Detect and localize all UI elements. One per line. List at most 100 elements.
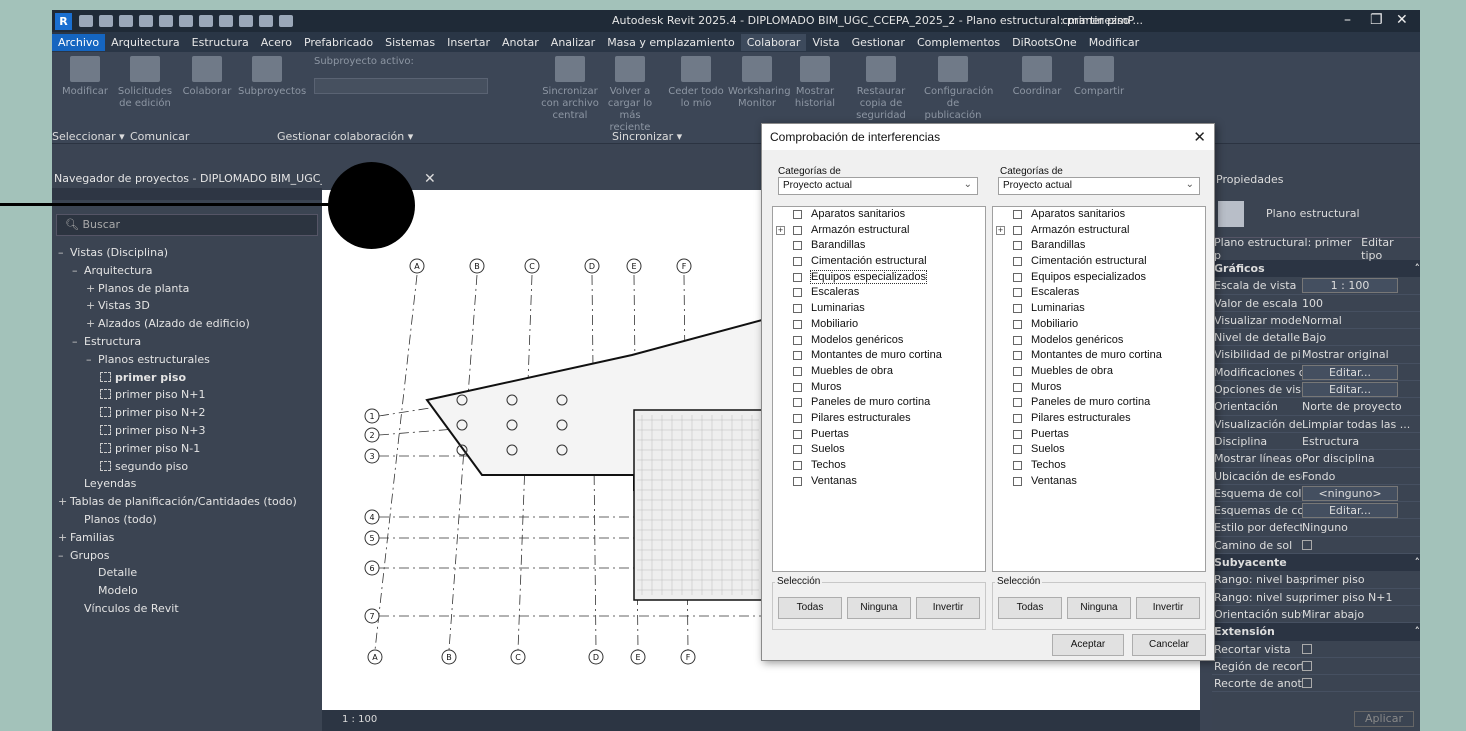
expand-icon[interactable]: + (996, 225, 1005, 235)
menu-tab-6[interactable]: Insertar (441, 34, 496, 51)
property-value[interactable]: <ninguno> (1302, 485, 1420, 501)
category-item[interactable]: Puertas (993, 427, 1205, 443)
collapse-icon[interactable]: ˄ (1415, 554, 1421, 571)
type-selector[interactable]: Plano estructural (1212, 190, 1420, 238)
tree-item[interactable]: – Arquitectura (52, 262, 322, 280)
category-item[interactable]: Mobiliario (773, 317, 985, 333)
tree-item[interactable]: + Familias (52, 529, 322, 547)
tree-item[interactable]: segundo piso (52, 458, 322, 476)
checkbox[interactable] (793, 225, 802, 235)
property-value[interactable]: 100 (1302, 295, 1420, 311)
dialog-close-icon[interactable]: ✕ (1193, 128, 1206, 146)
checkbox[interactable] (1013, 461, 1022, 470)
menu-tab-5[interactable]: Sistemas (379, 34, 441, 51)
property-value-box[interactable]: <ninguno> (1302, 485, 1398, 501)
category-item[interactable]: Techos (773, 458, 985, 474)
checkbox[interactable] (1013, 304, 1022, 314)
ribbon-button-5[interactable]: Volver a cargar lo más reciente (598, 56, 662, 134)
ribbon-button-2[interactable]: Colaborar (178, 56, 236, 98)
left-none-button[interactable]: Ninguna (847, 597, 911, 619)
tree-item[interactable]: + Planos de planta (52, 280, 322, 298)
category-item[interactable]: Muebles de obra (773, 364, 985, 380)
tree-item[interactable]: primer piso N+3 (52, 422, 322, 440)
checkbox[interactable] (1013, 351, 1022, 361)
category-item[interactable]: Ventanas (993, 474, 1205, 490)
property-value[interactable]: Fondo (1302, 468, 1420, 484)
close-view-icon[interactable]: ✕ (424, 171, 436, 187)
property-value[interactable]: Limpiar todas las ... (1302, 416, 1420, 432)
category-item[interactable]: Suelos (993, 442, 1205, 458)
ribbon-group-2[interactable]: Gestionar colaboración ▾ (277, 130, 413, 143)
checkbox[interactable] (1013, 366, 1022, 376)
menu-tab-15[interactable]: Modificar (1083, 34, 1146, 51)
save-icon[interactable] (119, 15, 133, 27)
checkbox[interactable] (793, 335, 802, 345)
checkbox[interactable] (793, 210, 802, 219)
property-value-box[interactable]: Editar... (1302, 364, 1398, 380)
category-item[interactable]: Barandillas (993, 238, 1205, 254)
tree-item[interactable]: + Vistas 3D (52, 297, 322, 315)
category-item[interactable]: Equipos especializados (993, 270, 1205, 286)
ribbon-button-6[interactable]: Ceder todo lo mío (664, 56, 728, 110)
expand-icon[interactable]: + (776, 225, 785, 235)
collapse-icon[interactable]: ˄ (1415, 623, 1421, 640)
edit-type-button[interactable]: Editar tipo (1361, 236, 1418, 262)
ribbon-button-4[interactable]: Sincronizar con archivo central (538, 56, 602, 122)
ribbon-button-0[interactable]: Modificar (56, 56, 114, 98)
menu-tab-14[interactable]: DiRootsOne (1006, 34, 1083, 51)
ribbon-button-8[interactable]: Mostrar historial (786, 56, 844, 110)
category-item[interactable]: Cimentación estructural (993, 254, 1205, 270)
property-value[interactable] (1302, 658, 1420, 674)
menu-tab-13[interactable]: Complementos (911, 34, 1006, 51)
property-value[interactable]: Estructura (1302, 433, 1420, 449)
print-icon[interactable] (199, 15, 213, 27)
tree-toggle-icon[interactable]: – (72, 262, 84, 280)
checkbox[interactable] (793, 429, 802, 439)
tree-item[interactable]: Modelo (52, 582, 322, 600)
ok-button[interactable]: Aceptar (1052, 634, 1124, 656)
close-icon[interactable]: ✕ (1396, 12, 1408, 28)
checkbox[interactable] (793, 476, 802, 486)
redo-icon[interactable] (179, 15, 193, 27)
category-item[interactable]: Escaleras (773, 285, 985, 301)
view-scale[interactable]: 1 : 100 (342, 714, 377, 725)
collapse-icon[interactable]: ˄ (1415, 260, 1421, 277)
tree-item[interactable]: – Grupos (52, 547, 322, 565)
tree-toggle-icon[interactable]: – (58, 244, 70, 262)
property-section[interactable]: Subyacente ˄ (1212, 554, 1421, 572)
ribbon-button-10[interactable]: Configuración de publicación (924, 56, 993, 122)
checkbox[interactable] (1013, 272, 1022, 282)
right-source-select[interactable]: Proyecto actual ⌄ (998, 177, 1200, 195)
category-item[interactable]: Modelos genéricos (773, 333, 985, 349)
ribbon-group-1[interactable]: Comunicar (130, 130, 189, 143)
ribbon-button-7[interactable]: Worksharing Monitor (728, 56, 791, 110)
checkbox[interactable] (793, 461, 802, 470)
section-icon[interactable] (279, 15, 293, 27)
right-none-button[interactable]: Ninguna (1067, 597, 1131, 619)
tree-item[interactable]: – Vistas (Disciplina) (52, 244, 322, 262)
tree-item[interactable]: – Planos estructurales (52, 351, 322, 369)
menu-tab-7[interactable]: Anotar (496, 34, 545, 51)
tree-item[interactable]: Vínculos de Revit (52, 600, 322, 618)
category-item[interactable]: Pilares estructurales (773, 411, 985, 427)
category-item[interactable]: Muros (993, 380, 1205, 396)
menu-tab-8[interactable]: Analizar (545, 34, 601, 51)
checkbox[interactable] (793, 413, 802, 423)
cancel-button[interactable]: Cancelar (1132, 634, 1206, 656)
left-all-button[interactable]: Todas (778, 597, 842, 619)
tree-toggle-icon[interactable]: – (58, 547, 70, 565)
category-item[interactable]: + Armazón estructural (773, 223, 985, 239)
property-value[interactable] (1302, 641, 1420, 657)
ribbon-button-1[interactable]: Solicitudes de edición (116, 56, 174, 110)
left-invert-button[interactable]: Invertir (916, 597, 980, 619)
sync-icon[interactable] (139, 15, 153, 27)
checkbox[interactable] (1302, 539, 1312, 550)
category-item[interactable]: Mobiliario (993, 317, 1205, 333)
menu-tab-10[interactable]: Colaborar (740, 33, 807, 51)
category-item[interactable]: Equipos especializados (773, 269, 985, 286)
checkbox[interactable] (793, 304, 802, 314)
tree-toggle-icon[interactable]: – (86, 351, 98, 369)
category-item[interactable]: Modelos genéricos (993, 333, 1205, 349)
category-item[interactable]: Cimentación estructural (773, 254, 985, 270)
tree-item[interactable]: primer piso (52, 369, 322, 387)
